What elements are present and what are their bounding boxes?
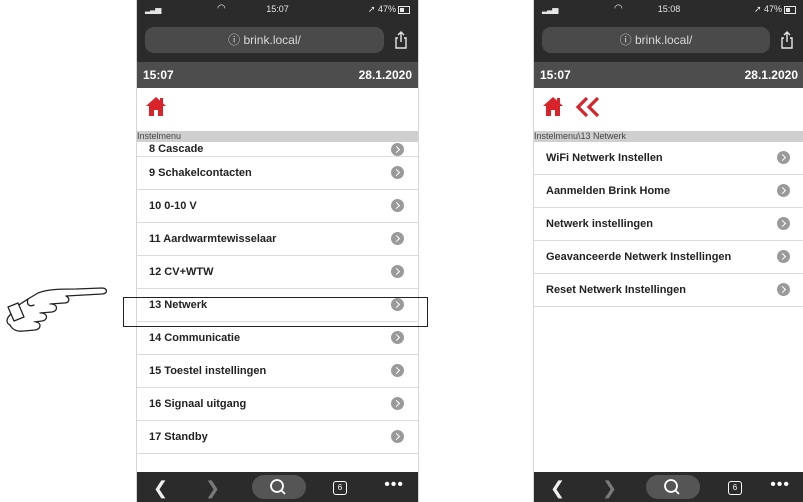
menu-item-standby[interactable]: 17 Standby <box>137 421 418 454</box>
menu-item-cv-wtw[interactable]: 12 CV+WTW <box>137 256 418 289</box>
home-icon[interactable] <box>542 96 564 118</box>
app-header: 15:07 28.1.2020 <box>534 62 803 88</box>
chevron-right-icon <box>777 151 790 164</box>
menu-item-label: Aanmelden Brink Home <box>546 185 671 197</box>
battery-icon <box>784 5 796 14</box>
chevron-right-icon <box>777 217 790 230</box>
breadcrumb: Instelmenu\13 Netwerk <box>534 131 803 142</box>
highlight-frame <box>123 297 428 327</box>
home-icon[interactable] <box>145 96 167 118</box>
chevron-right-icon <box>391 199 404 212</box>
header-time: 15:07 <box>540 68 571 82</box>
menu-item-label: 14 Communicatie <box>149 332 241 344</box>
menu-item-schakelcontacten[interactable]: 9 Schakelcontacten <box>137 157 418 190</box>
battery-percent: 47% <box>763 4 782 14</box>
menu-item-signaal-uitgang[interactable]: 16 Signaal uitgang <box>137 388 418 421</box>
menu-item-aardwarmtewisselaar[interactable]: 11 Aardwarmtewisselaar <box>137 223 418 256</box>
more-icon[interactable]: ••• <box>384 476 404 494</box>
menu-item-label: 10 0-10 V <box>149 200 197 212</box>
nav-icons <box>145 96 167 122</box>
battery-icon <box>398 5 410 14</box>
chevron-right-icon <box>777 283 790 296</box>
menu-item-label: 8 Cascade <box>149 143 204 155</box>
pointing-hand-icon <box>6 287 108 332</box>
menu-item-label: 9 Schakelcontacten <box>149 167 252 179</box>
search-icon <box>664 479 680 495</box>
chevron-right-icon <box>391 265 404 278</box>
menu-item-0-10v[interactable]: 10 0-10 V <box>137 190 418 223</box>
forward-icon[interactable]: ❯ <box>602 478 617 499</box>
status-bar: ▂▃▅ ◠ 15:07 ➚ 47% <box>137 0 418 20</box>
double-chevron-left-icon[interactable] <box>574 96 602 118</box>
tabs-icon[interactable]: 6 <box>333 481 347 495</box>
back-icon[interactable]: ❮ <box>153 478 168 499</box>
browser-toolbar: ❮ ❯ 6 ••• <box>137 472 418 502</box>
app-header: 15:07 28.1.2020 <box>137 62 418 88</box>
chevron-right-icon <box>391 397 404 410</box>
menu-item-toestel-instellingen[interactable]: 15 Toestel instellingen <box>137 355 418 388</box>
share-icon[interactable] <box>394 30 408 50</box>
phone-screen-right: ▂▃▅ ◠ 15:08 ➚ 47% ⓘ brink.local/ 15:07 2… <box>533 0 803 502</box>
menu-item-aanmelden-brink-home[interactable]: Aanmelden Brink Home <box>534 175 803 208</box>
chevron-right-icon <box>777 184 790 197</box>
battery-percent: 47% <box>377 4 396 14</box>
menu-item-wifi-netwerk-instellen[interactable]: WiFi Netwerk Instellen <box>534 142 803 175</box>
forward-icon[interactable]: ❯ <box>205 478 220 499</box>
chevron-right-icon <box>391 166 404 179</box>
menu-item-reset-netwerk-instellingen[interactable]: Reset Netwerk Instellingen <box>534 274 803 307</box>
battery-indicator: ➚ 47% <box>754 4 796 15</box>
share-icon[interactable] <box>780 30 794 50</box>
battery-indicator: ➚ 47% <box>368 4 410 15</box>
header-date: 28.1.2020 <box>358 68 412 82</box>
menu-item-label: 15 Toestel instellingen <box>149 365 267 377</box>
menu-item-label: 16 Signaal uitgang <box>149 398 247 410</box>
menu-item-geavanceerde-netwerk-instellingen[interactable]: Geavanceerde Netwerk Instellingen <box>534 241 803 274</box>
header-time: 15:07 <box>143 68 174 82</box>
menu-item-netwerk-instellingen[interactable]: Netwerk instellingen <box>534 208 803 241</box>
menu-item-label: Netwerk instellingen <box>546 218 653 230</box>
chevron-right-icon <box>391 232 404 245</box>
nav-icons <box>542 96 602 122</box>
search-icon <box>270 479 286 495</box>
search-button[interactable] <box>252 475 306 499</box>
browser-address-area: ⓘ brink.local/ <box>534 20 803 62</box>
url-bar[interactable]: ⓘ brink.local/ <box>542 27 770 53</box>
menu-item-cascade[interactable]: 8 Cascade <box>137 142 418 157</box>
browser-address-area: ⓘ brink.local/ <box>137 20 418 62</box>
tabs-icon[interactable]: 6 <box>728 481 742 495</box>
search-button[interactable] <box>646 475 700 499</box>
chevron-right-icon <box>391 331 404 344</box>
chevron-right-icon <box>777 250 790 263</box>
network-menu: WiFi Netwerk Instellen Aanmelden Brink H… <box>534 142 803 307</box>
menu-item-label: WiFi Netwerk Instellen <box>546 152 663 164</box>
menu-item-label: Reset Netwerk Instellingen <box>546 284 686 296</box>
phone-screen-left: ▂▃▅ ◠ 15:07 ➚ 47% ⓘ brink.local/ 15:07 2… <box>136 0 419 502</box>
chevron-right-icon <box>391 430 404 443</box>
more-icon[interactable]: ••• <box>770 476 790 494</box>
menu-item-label: 17 Standby <box>149 431 208 443</box>
url-bar[interactable]: ⓘ brink.local/ <box>145 27 384 53</box>
chevron-right-icon <box>391 143 404 156</box>
menu-item-label: 11 Aardwarmtewisselaar <box>149 233 277 245</box>
menu-item-label: Geavanceerde Netwerk Instellingen <box>546 251 732 263</box>
menu-item-label: 12 CV+WTW <box>149 266 214 278</box>
status-bar: ▂▃▅ ◠ 15:08 ➚ 47% <box>534 0 803 20</box>
breadcrumb: Instelmenu <box>137 131 418 142</box>
chevron-right-icon <box>391 364 404 377</box>
back-icon[interactable]: ❮ <box>550 478 565 499</box>
browser-toolbar: ❮ ❯ 6 ••• <box>534 472 803 502</box>
header-date: 28.1.2020 <box>744 68 798 82</box>
